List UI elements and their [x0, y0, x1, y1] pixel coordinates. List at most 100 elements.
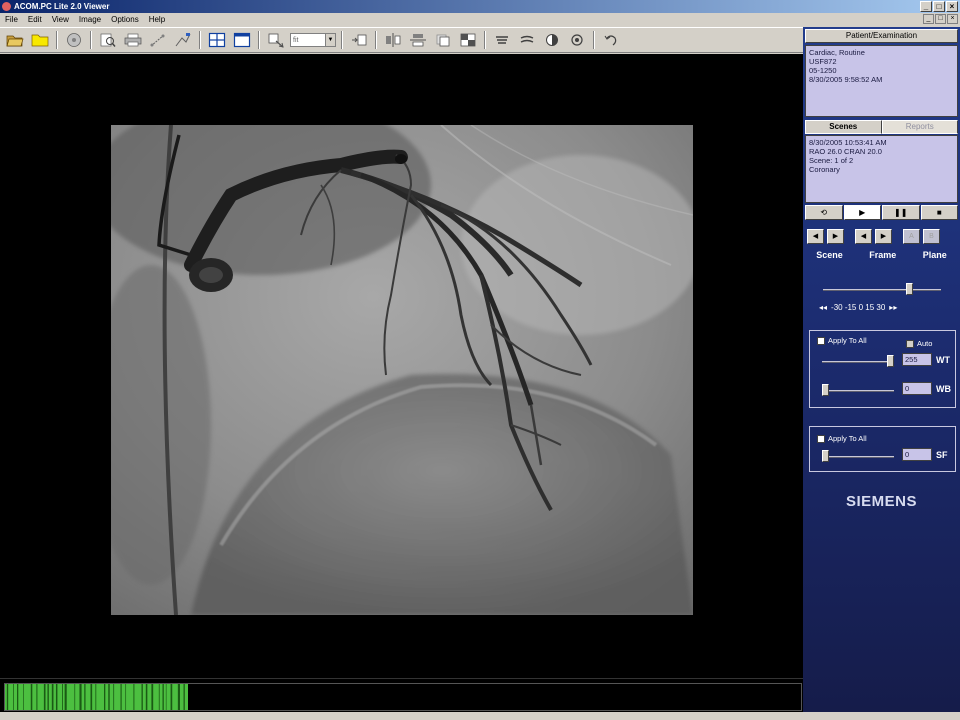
frame-label: Frame [869, 250, 897, 260]
pause-button[interactable]: ❚❚ [882, 205, 920, 220]
smooth-button[interactable] [516, 30, 538, 50]
zoom-button[interactable] [265, 30, 287, 50]
tab-reports[interactable]: Reports [881, 120, 958, 134]
grid-layout-button[interactable] [206, 30, 228, 50]
apply-to-all-checkbox[interactable] [817, 336, 825, 345]
wt-slider-thumb[interactable] [887, 355, 894, 367]
image-viewport[interactable] [0, 54, 803, 678]
folder-button[interactable] [29, 30, 51, 50]
menu-view[interactable]: View [51, 15, 70, 24]
frame-step-button[interactable] [348, 30, 370, 50]
toolbar-separator [375, 31, 377, 49]
apply-to-all-sf-label: Apply To All [828, 434, 867, 443]
flip-vertical-button[interactable] [407, 30, 429, 50]
flip-horizontal-button[interactable] [382, 30, 404, 50]
flip-horizontal-icon [386, 33, 401, 47]
frame-tick [183, 684, 185, 710]
wt-value-field[interactable]: 255 [902, 353, 932, 366]
reset-button[interactable] [600, 30, 622, 50]
sf-value-field[interactable]: 0 [902, 448, 932, 461]
menu-help[interactable]: Help [148, 15, 166, 24]
window-title: ACOM.PC Lite 2.0 Viewer [14, 2, 110, 11]
toolbar-separator [484, 31, 486, 49]
invert-button[interactable] [457, 30, 479, 50]
stop-button[interactable]: ■ [920, 205, 958, 220]
menu-image[interactable]: Image [78, 15, 102, 24]
frame-step-icon [352, 34, 367, 46]
scene-next-button[interactable]: ▶ [827, 229, 844, 244]
wb-value-field[interactable]: 0 [902, 382, 932, 395]
maximize-button[interactable]: □ [933, 1, 945, 12]
print-button[interactable] [122, 30, 144, 50]
wb-slider-thumb[interactable] [822, 384, 829, 396]
patient-info-box: Cardiac, Routine USF872 05-1250 8/30/200… [805, 45, 958, 117]
patient-examination-button[interactable]: Patient/Examination [805, 29, 958, 43]
rotate-button[interactable] [432, 30, 454, 50]
open-folder-icon [6, 35, 24, 47]
measure-icon [150, 34, 165, 47]
sf-slider-thumb[interactable] [822, 450, 829, 462]
apply-to-all-sf-checkbox[interactable] [817, 434, 825, 443]
wt-slider-track[interactable] [822, 361, 894, 363]
wt-label: WT [936, 355, 950, 365]
document-controls: _ □ × [923, 14, 958, 24]
disc-button[interactable] [63, 30, 85, 50]
frame-tick [23, 684, 24, 710]
frame-tick [170, 684, 173, 710]
zoom-value: fit [293, 36, 299, 44]
frame-timeline-bar [0, 678, 803, 712]
window-icon [233, 32, 251, 48]
open-folder-button[interactable] [4, 30, 26, 50]
frame-timeline[interactable] [4, 683, 802, 711]
sf-slider-track[interactable] [822, 456, 894, 458]
sharpen-icon [496, 36, 508, 44]
tab-scenes[interactable]: Scenes [805, 120, 882, 134]
auto-window[interactable]: Auto [906, 339, 932, 348]
print-preview-button[interactable] [97, 30, 119, 50]
scene-prev-button[interactable]: ◀ [807, 229, 824, 244]
plane-b-button[interactable]: B [923, 229, 940, 244]
calibrate-button[interactable] [172, 30, 194, 50]
sharpen-button[interactable] [491, 30, 513, 50]
play-button[interactable]: ▶ [843, 205, 881, 220]
frame-tick [51, 684, 54, 710]
auto-checkbox[interactable] [906, 339, 914, 348]
single-layout-button[interactable] [231, 30, 253, 50]
toolbar: fit ▼ [0, 27, 803, 53]
zoom-select[interactable]: fit ▼ [290, 33, 336, 47]
apply-to-all-sf[interactable]: Apply To All [817, 434, 867, 443]
frame-prev-button[interactable]: ◀ [855, 229, 872, 244]
brightness-button[interactable] [566, 30, 588, 50]
plane-a-button[interactable]: A [903, 229, 920, 244]
apply-to-all-window[interactable]: Apply To All [817, 336, 867, 345]
doc-restore-button[interactable]: □ [935, 14, 946, 24]
frame-tick [64, 684, 67, 710]
menu-file[interactable]: File [4, 15, 19, 24]
close-button[interactable]: × [946, 1, 958, 12]
frame-tick [125, 684, 127, 710]
frame-tick [113, 684, 115, 710]
app-icon [2, 2, 11, 11]
speed-slider-track[interactable] [823, 289, 941, 291]
frame-next-button[interactable]: ▶ [875, 229, 892, 244]
menu-edit[interactable]: Edit [27, 15, 43, 24]
auto-label: Auto [917, 339, 933, 348]
rewind-icon: ◂◂ [819, 303, 828, 312]
minimize-button[interactable]: _ [920, 1, 932, 12]
loop-button[interactable]: ⟲ [805, 205, 843, 220]
doc-close-button[interactable]: × [947, 14, 958, 24]
scene-tabs: Scenes Reports [805, 120, 958, 134]
undo-icon [604, 35, 617, 46]
frame-tick [79, 684, 82, 710]
frame-tick [30, 684, 33, 710]
contrast-button[interactable] [541, 30, 563, 50]
brightness-icon [571, 34, 583, 46]
wb-slider-track[interactable] [822, 390, 894, 392]
exam-datetime: 8/30/2005 9:58:52 AM [809, 75, 883, 84]
menu-options[interactable]: Options [110, 15, 140, 24]
measure-button[interactable] [147, 30, 169, 50]
doc-minimize-button[interactable]: _ [923, 14, 934, 24]
toolbar-separator [56, 31, 58, 49]
angiogram-image[interactable] [111, 125, 693, 615]
speed-slider-thumb[interactable] [906, 283, 914, 295]
